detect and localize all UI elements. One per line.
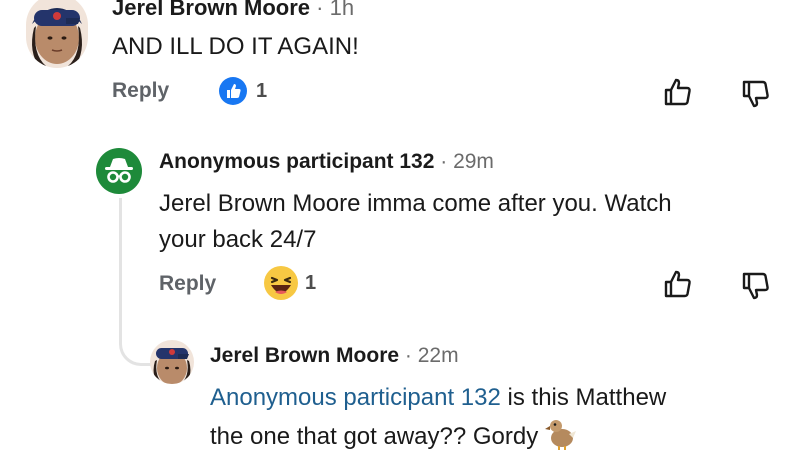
person-avatar-icon (32, 8, 82, 68)
comment-timestamp[interactable]: 1h (330, 0, 354, 20)
comment-2-text: Jerel Brown Moore imma come after you. W… (159, 186, 672, 258)
comment-3-text: Anonymous participant 132 is this Matthe… (210, 380, 666, 455)
dodo-bird-emoji-icon (544, 420, 576, 450)
avatar-anonymous-participant[interactable] (96, 148, 142, 194)
comment-2-text-line-1: Jerel Brown Moore imma come after you. W… (159, 190, 672, 217)
comment-1-text: AND ILL DO IT AGAIN! (112, 33, 359, 60)
thumbs-up-icon (664, 270, 691, 298)
thumbs-up-icon (664, 78, 691, 106)
comment-timestamp[interactable]: 29m (453, 150, 494, 173)
reaction-count: 1 (305, 271, 317, 294)
person-avatar-icon (153, 348, 191, 384)
comment-3-text-line-2-content: the one that got away?? Gordy (210, 423, 539, 450)
comment-2-reply-button[interactable]: Reply (159, 272, 216, 296)
like-reaction-icon (219, 77, 247, 105)
comment-timestamp[interactable]: 22m (418, 344, 459, 367)
mention-link[interactable]: Anonymous participant 132 (210, 384, 501, 411)
comment-3-text-rest: is this Matthew (500, 384, 667, 411)
comment-1-dislike-button[interactable] (740, 78, 772, 115)
reaction-count: 1 (256, 79, 268, 102)
comment-3-header: Jerel Brown Moore · 22m (210, 344, 459, 368)
comment-1-reply-button[interactable]: Reply (112, 79, 169, 103)
anonymous-incognito-icon (105, 158, 133, 183)
avatar-jerel-brown-moore[interactable] (150, 340, 194, 384)
comment-author[interactable]: Jerel Brown Moore (112, 0, 310, 20)
comment-1-reaction[interactable]: 1 (218, 76, 267, 106)
comment-author[interactable]: Anonymous participant 132 (159, 150, 434, 173)
separator-dot: · (316, 0, 324, 20)
comment-3-text-line-2: the one that got away?? Gordy (210, 416, 666, 455)
separator-dot: · (440, 150, 448, 173)
comment-2-dislike-button[interactable] (740, 270, 772, 307)
comment-2-header: Anonymous participant 132 · 29m (159, 150, 494, 174)
separator-dot: · (404, 344, 412, 367)
haha-reaction-icon (264, 266, 298, 300)
comment-1-header: Jerel Brown Moore · 1h (112, 0, 354, 21)
comment-author[interactable]: Jerel Brown Moore (210, 344, 399, 367)
comment-2-reaction[interactable]: 1 (263, 265, 316, 301)
comment-1-like-button[interactable] (662, 76, 694, 113)
comment-3-text-line-1: Anonymous participant 132 is this Matthe… (210, 380, 666, 416)
comment-2-like-button[interactable] (662, 268, 694, 305)
thumbs-down-icon (742, 272, 769, 300)
avatar-jerel-brown-moore[interactable] (26, 0, 88, 68)
comment-2-text-line-2: your back 24/7 (159, 226, 317, 253)
thumbs-down-icon (742, 80, 769, 108)
